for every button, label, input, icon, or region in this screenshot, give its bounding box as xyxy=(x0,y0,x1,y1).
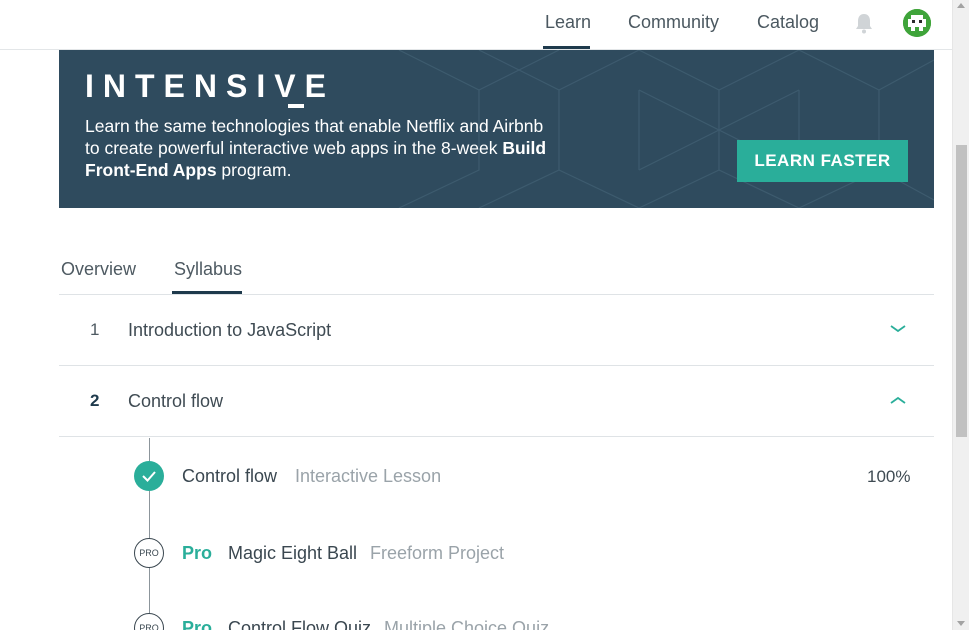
pro-label: Pro xyxy=(182,543,213,563)
section-number: 2 xyxy=(90,391,100,410)
scroll-down-arrow-icon[interactable] xyxy=(957,621,965,626)
section-number: 1 xyxy=(90,320,100,339)
chevron-up-icon[interactable] xyxy=(889,394,907,406)
section-title: Introduction to JavaScript xyxy=(128,320,332,340)
lesson-title[interactable]: Magic Eight Ball xyxy=(228,543,357,564)
top-navigation: Learn Community Catalog xyxy=(0,0,952,50)
syllabus-section[interactable]: 2 Control flow xyxy=(59,366,934,437)
heading-accent-bar xyxy=(288,104,304,108)
pro-badge-icon: PRO xyxy=(134,613,164,630)
nav-community[interactable]: Community xyxy=(628,12,719,33)
lesson-item[interactable]: PRO Pro Magic Eight Ball Freeform Projec… xyxy=(0,535,952,575)
syllabus-section[interactable]: 1 Introduction to JavaScript xyxy=(59,295,934,366)
scrollbar-thumb[interactable] xyxy=(956,145,967,437)
lesson-type: Multiple Choice Quiz xyxy=(384,618,550,630)
intensive-banner: INTENSIVE Learn the same technologies th… xyxy=(59,50,934,208)
lesson-title[interactable]: Control flow xyxy=(182,466,277,487)
lesson-item[interactable]: PRO Pro Control Flow Quiz Multiple Choic… xyxy=(0,610,952,630)
tab-syllabus[interactable]: Syllabus xyxy=(174,259,242,280)
section-title: Control flow xyxy=(128,391,224,411)
learn-faster-button[interactable]: LEARN FASTER xyxy=(737,140,908,182)
lesson-item[interactable]: Control flow Interactive Lesson 100% xyxy=(0,458,952,498)
nav-learn[interactable]: Learn xyxy=(545,12,591,33)
banner-text-part1: Learn the same technologies that enable … xyxy=(85,116,544,158)
bell-icon[interactable] xyxy=(854,12,874,34)
chevron-down-icon[interactable] xyxy=(889,323,907,335)
page-scrollbar[interactable] xyxy=(952,0,969,630)
banner-description: Learn the same technologies that enable … xyxy=(85,115,555,181)
banner-heading: INTENSIVE xyxy=(85,68,335,104)
lesson-title[interactable]: Control Flow Quiz xyxy=(228,618,371,630)
pro-label: Pro xyxy=(182,618,213,630)
scroll-up-arrow-icon[interactable] xyxy=(957,3,965,8)
pro-badge-icon: PRO xyxy=(134,538,164,568)
checkmark-icon xyxy=(134,461,164,491)
lesson-type: Freeform Project xyxy=(370,543,505,563)
lesson-type: Interactive Lesson xyxy=(295,466,442,486)
avatar[interactable] xyxy=(903,9,931,37)
nav-catalog[interactable]: Catalog xyxy=(757,12,819,33)
nav-active-indicator xyxy=(543,46,590,49)
banner-text-part2: program. xyxy=(216,160,292,180)
tab-overview[interactable]: Overview xyxy=(61,259,136,280)
lesson-progress: 100% xyxy=(867,467,911,486)
